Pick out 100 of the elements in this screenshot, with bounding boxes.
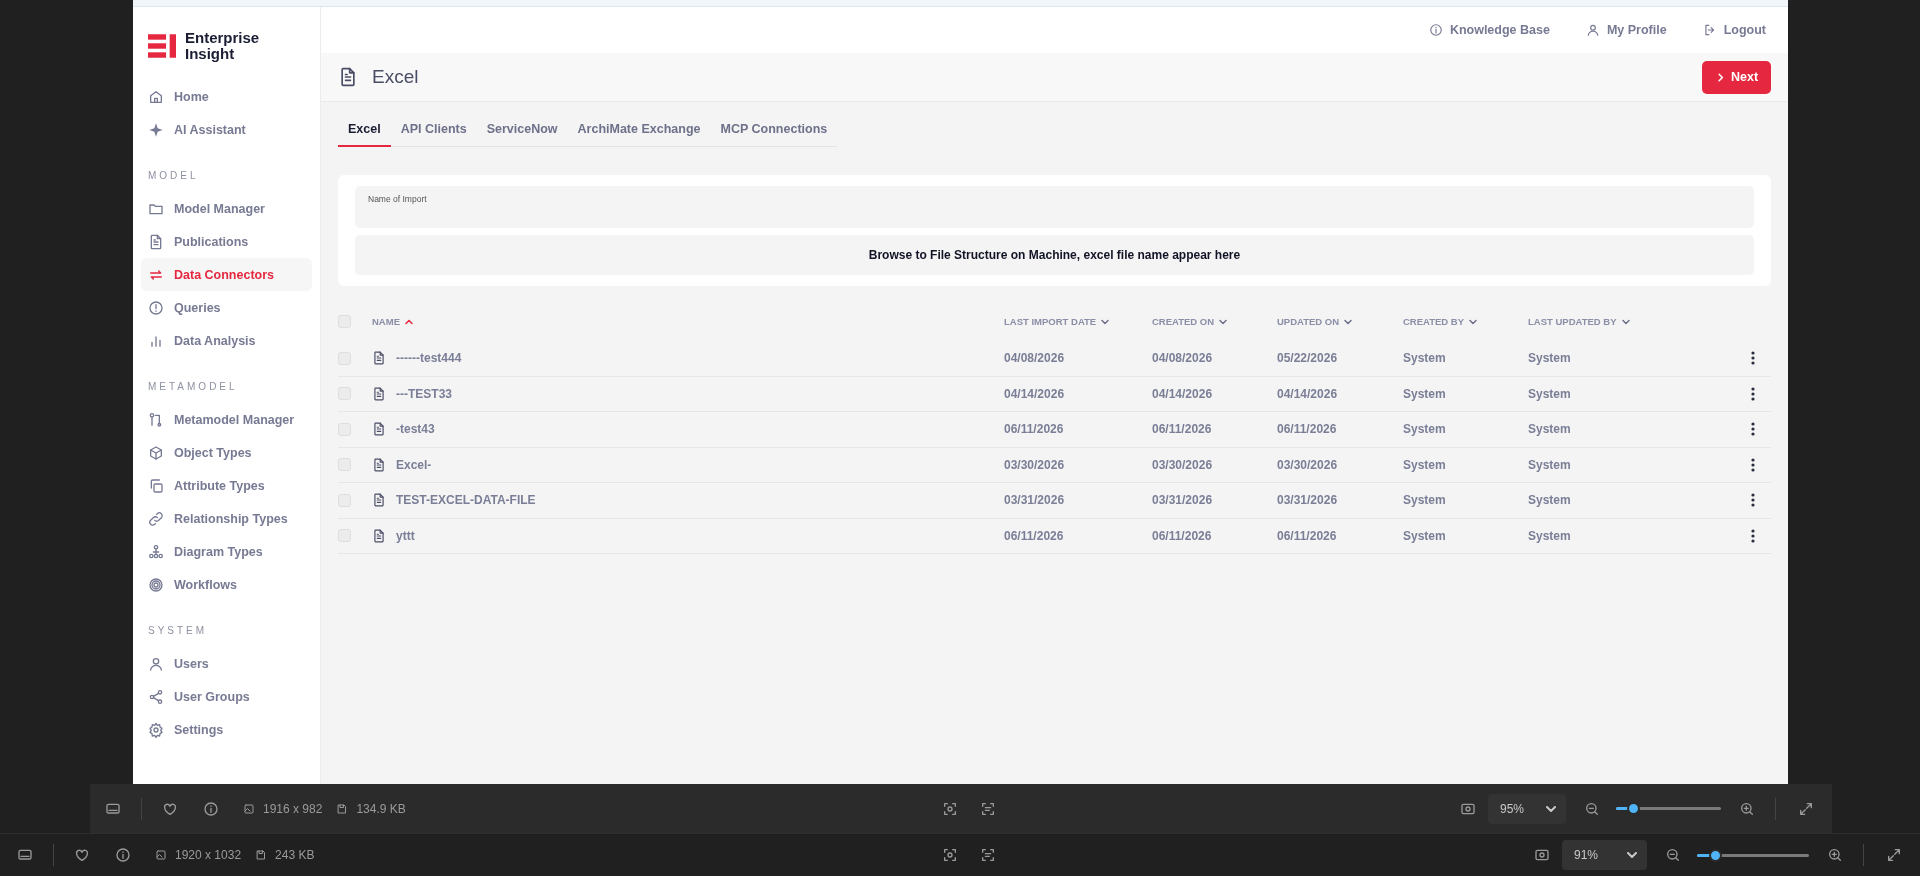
file-name[interactable]: ------test444 <box>396 351 462 366</box>
tab[interactable]: API Clients <box>390 114 477 147</box>
table-cell-text: 03/31/2026 <box>1004 493 1066 508</box>
tab[interactable]: ArchiMate Exchange <box>567 114 711 147</box>
file-name[interactable]: TEST-EXCEL-DATA-FILE <box>396 493 536 508</box>
nav-item[interactable]: Workflows <box>141 568 312 601</box>
table-cell-text: 04/14/2026 <box>1277 386 1339 401</box>
column-header[interactable]: CREATED ON <box>1152 316 1277 327</box>
header-link[interactable]: Knowledge Base <box>1428 23 1550 37</box>
table-cell-text: System <box>1528 422 1572 437</box>
header-link[interactable]: Logout <box>1702 23 1766 37</box>
nav-item[interactable]: Settings <box>141 713 312 746</box>
file-name[interactable]: yttt <box>396 528 415 543</box>
nav-item[interactable]: Diagram Types <box>141 535 312 568</box>
nav-item[interactable]: Metamodel Manager <box>141 403 312 436</box>
hierarchy-icon <box>148 543 164 560</box>
file-name[interactable]: ---TEST33 <box>396 386 452 401</box>
nav-item[interactable]: Data Connectors <box>141 258 312 291</box>
table-cell-text: System <box>1528 457 1572 472</box>
table-cell-text: 06/11/2026 <box>1152 528 1213 543</box>
table-cell-text: System <box>1403 386 1447 401</box>
zoom-dropdown[interactable]: 95% <box>1488 793 1566 824</box>
file-name[interactable]: Excel- <box>396 457 432 472</box>
table-cell-text: 03/30/2026 <box>1152 457 1214 472</box>
table-cell-text: 03/30/2026 <box>1004 457 1066 472</box>
more-options-icon[interactable] <box>1751 493 1755 508</box>
table-cell-text: 03/31/2026 <box>1152 493 1214 508</box>
heart-icon[interactable] <box>74 847 90 863</box>
header-link[interactable]: My Profile <box>1585 23 1667 37</box>
copy-icon <box>148 477 164 494</box>
focus-icon[interactable] <box>941 800 958 817</box>
nav-item[interactable]: Model Manager <box>141 192 312 225</box>
slider-thumb[interactable] <box>1708 848 1722 862</box>
text-scan-icon[interactable] <box>979 800 996 817</box>
zoom-dropdown[interactable]: 91% <box>1562 840 1647 870</box>
column-header[interactable]: UPDATED ON <box>1277 316 1403 327</box>
nav-item[interactable]: AI Assistant <box>141 113 312 146</box>
tab[interactable]: MCP Connections <box>710 114 838 147</box>
column-header[interactable]: LAST IMPORT DATE <box>1004 316 1152 327</box>
alert-circle-icon <box>148 299 164 316</box>
next-button[interactable]: Next <box>1702 60 1771 94</box>
table-cell-text: System <box>1528 351 1572 366</box>
nav-item[interactable]: Data Analysis <box>141 324 312 357</box>
table-cell-text: 06/11/2026 <box>1004 422 1065 437</box>
info-icon[interactable] <box>203 800 219 817</box>
more-options-icon[interactable] <box>1751 351 1755 366</box>
table-cell-text: 06/11/2026 <box>1152 422 1213 437</box>
document-icon <box>372 385 386 402</box>
zoom-out-icon[interactable] <box>1665 847 1681 863</box>
table-cell-text: System <box>1528 528 1572 543</box>
file-name[interactable]: -test43 <box>396 422 435 437</box>
table-cell-text: System <box>1403 528 1447 543</box>
tab[interactable]: ServiceNow <box>476 114 568 147</box>
nav-item[interactable]: Attribute Types <box>141 469 312 502</box>
zoom-out-icon[interactable] <box>1584 800 1600 817</box>
table-cell-text: 04/14/2026 <box>1152 386 1214 401</box>
nav-item[interactable]: Users <box>141 647 312 680</box>
share-icon <box>148 688 164 705</box>
file-browse-area[interactable]: Browse to File Structure on Machine, excel file name appear here <box>355 235 1754 275</box>
image-dimensions: 1916 x 982 <box>263 801 323 816</box>
chevron-down-icon <box>1627 852 1637 858</box>
table-cell-text: System <box>1403 422 1447 437</box>
table-cell-text: 06/11/2026 <box>1277 528 1338 543</box>
more-options-icon[interactable] <box>1751 422 1755 437</box>
page-title: Excel <box>372 66 420 88</box>
column-header[interactable]: CREATED BY <box>1403 316 1528 327</box>
table-cell-text: 04/08/2026 <box>1152 351 1214 366</box>
more-options-icon[interactable] <box>1751 386 1755 401</box>
tab[interactable]: Excel <box>338 114 391 147</box>
slider-thumb[interactable] <box>1626 802 1640 815</box>
nav-item[interactable]: Queries <box>141 291 312 324</box>
more-options-icon[interactable] <box>1751 528 1755 543</box>
nav-item[interactable]: Publications <box>141 225 312 258</box>
nav-item[interactable]: Object Types <box>141 436 312 469</box>
table-cell-text: System <box>1403 457 1447 472</box>
table-cell-text: System <box>1528 386 1572 401</box>
nav-item[interactable]: Relationship Types <box>141 502 312 535</box>
focus-icon[interactable] <box>941 847 958 863</box>
nav-item[interactable]: Home <box>141 80 312 113</box>
table-cell-text: 03/31/2026 <box>1277 493 1339 508</box>
section-heading: METAMODEL <box>147 380 239 394</box>
name-of-import-field[interactable]: Name of Import <box>355 186 1754 228</box>
table-cell-text: System <box>1403 351 1447 366</box>
expand-icon[interactable] <box>1798 800 1814 817</box>
zoom-in-icon[interactable] <box>1739 800 1755 817</box>
monitor-icon[interactable] <box>17 847 33 863</box>
table-cell-text: 03/30/2026 <box>1277 457 1339 472</box>
table-cell-text: 04/14/2026 <box>1004 386 1066 401</box>
info-icon[interactable] <box>115 847 131 863</box>
nav-item[interactable]: User Groups <box>141 680 312 713</box>
text-scan-icon[interactable] <box>979 847 996 863</box>
more-options-icon[interactable] <box>1751 457 1755 472</box>
column-header[interactable]: NAME <box>372 316 1004 327</box>
column-header[interactable]: LAST UPDATED BY <box>1528 316 1751 327</box>
table-cell-text: 06/11/2026 <box>1004 528 1065 543</box>
document-icon <box>148 233 164 250</box>
zoom-in-icon[interactable] <box>1827 847 1843 863</box>
screenshot-icon[interactable] <box>1534 847 1550 863</box>
expand-icon[interactable] <box>1886 847 1902 863</box>
link-icon <box>148 510 164 527</box>
